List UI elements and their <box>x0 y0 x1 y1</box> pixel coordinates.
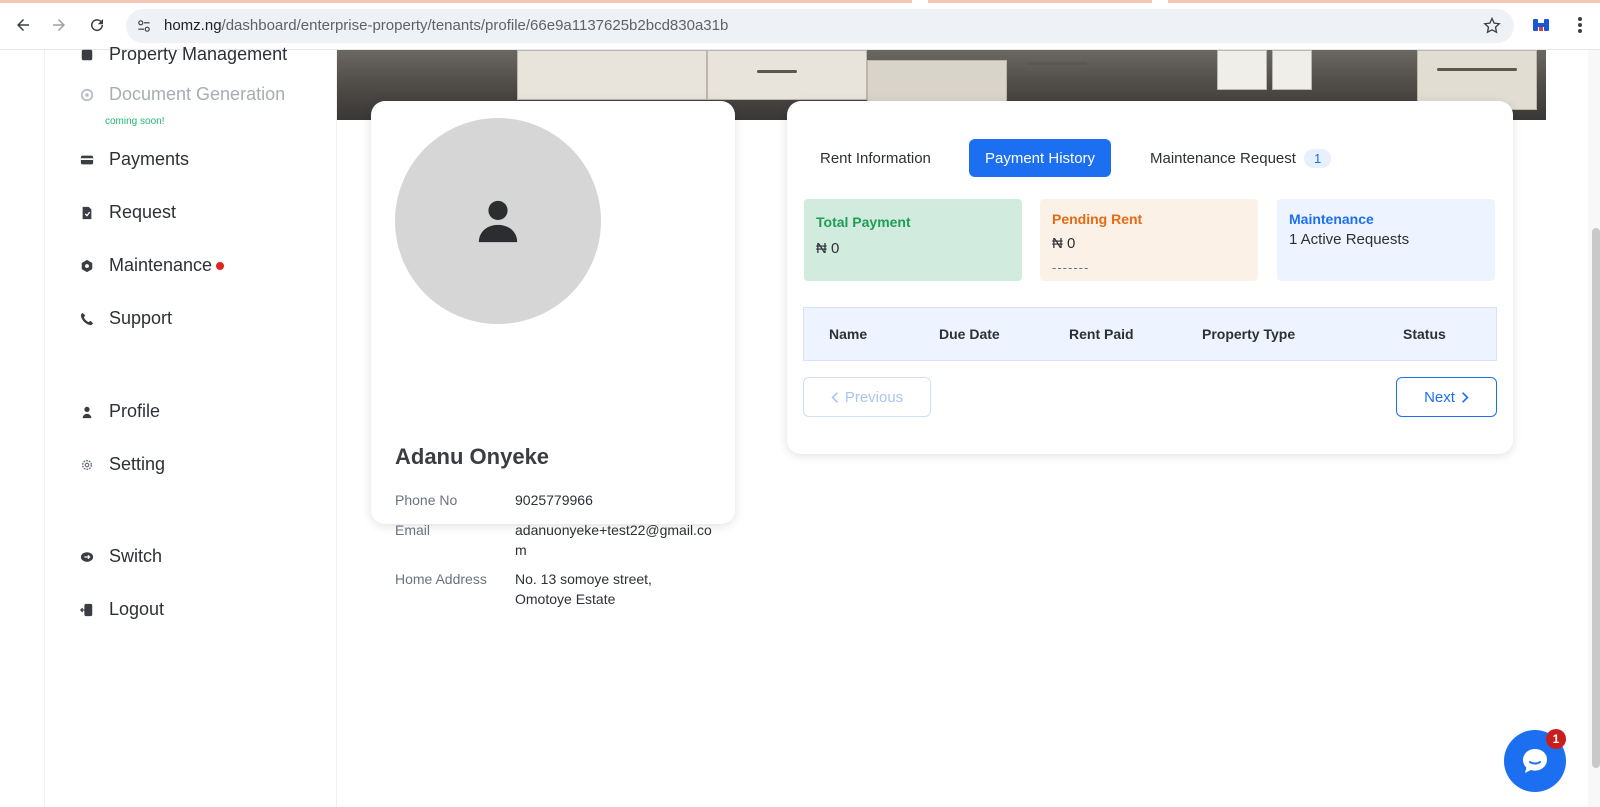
tenant-profile-card: Adanu Onyeke Phone No 9025779966 Email a… <box>371 101 735 607</box>
notification-dot <box>216 261 225 270</box>
document-icon <box>79 87 95 103</box>
phone-value: 9025779966 <box>515 492 593 508</box>
tab-maintenance-request[interactable]: Maintenance Request 1 <box>1150 139 1332 177</box>
tab-label: Maintenance Request <box>1150 149 1296 167</box>
sidebar-item-label: Support <box>109 308 173 328</box>
stat-title: Pending Rent <box>1052 211 1143 227</box>
sidebar-item-label: Switch <box>109 546 163 566</box>
sidebar-item-support[interactable]: Support <box>79 308 172 329</box>
count-badge: 1 <box>1303 148 1332 168</box>
sidebar-item-label: Profile <box>109 401 161 421</box>
sidebar-item-maintenance[interactable]: Maintenance <box>79 255 225 276</box>
arrow-right-icon <box>53 19 65 31</box>
chevron-right-icon <box>1461 391 1469 403</box>
sidebar-item-profile[interactable]: Profile <box>79 401 160 422</box>
chat-bubble-icon <box>1523 749 1547 773</box>
column-due-date: Due Date <box>939 326 1000 342</box>
tenant-name: Adanu Onyeke <box>395 444 550 469</box>
sidebar-item-label: Request <box>109 202 177 222</box>
banner-drawer <box>867 60 1007 104</box>
sidebar-item-document-generation: Document Generation <box>79 84 285 105</box>
maintenance-card: Maintenance 1 Active Requests <box>1277 199 1495 281</box>
url-text: homz.ng/dashboard/enterprise-property/te… <box>164 17 728 34</box>
banner-drawer <box>707 50 867 100</box>
reload-icon <box>91 19 104 32</box>
user-icon <box>478 200 518 243</box>
card-icon <box>79 152 95 168</box>
banner-drawer <box>1217 50 1267 90</box>
email-value: adanuonyeke+test22@gmail.com <box>515 522 712 558</box>
sidebar-item-label: Maintenance <box>109 255 213 275</box>
sidebar-item-label: Logout <box>109 599 165 619</box>
sidebar-item-label: Payments <box>109 149 190 169</box>
site-info-icon[interactable] <box>134 16 154 36</box>
stat-value: ₦ 0 <box>816 240 840 257</box>
next-button[interactable]: Next <box>1396 377 1497 417</box>
stat-title: Maintenance <box>1289 211 1374 227</box>
address-label: Home Address <box>395 571 487 587</box>
tab-payment-history[interactable]: Payment History <box>969 139 1112 177</box>
column-property-type: Property Type <box>1202 326 1296 342</box>
extension-icon[interactable] <box>1530 14 1552 36</box>
sidebar-item-logout[interactable]: Logout <box>79 599 164 620</box>
sidebar-item-switch[interactable]: Switch <box>79 546 162 567</box>
back-button[interactable] <box>12 14 34 36</box>
previous-button[interactable]: Previous <box>803 377 931 417</box>
logout-icon <box>79 602 95 618</box>
stat-value: ₦ 0 <box>1052 235 1076 252</box>
sidebar-item-label: Setting <box>109 454 166 474</box>
url-path: /dashboard/enterprise-property/tenants/p… <box>221 17 729 34</box>
column-status: Status <box>1403 326 1446 342</box>
next-label: Next <box>1424 388 1455 406</box>
sidebar-item-setting[interactable]: Setting <box>79 454 165 475</box>
sidebar: Property Management Document Generation … <box>44 44 337 807</box>
browser-toolbar: homz.ng/dashboard/enterprise-property/te… <box>0 0 1600 50</box>
total-payment-card: Total Payment ₦ 0 <box>804 199 1022 281</box>
chat-unread-badge: 1 <box>1546 729 1566 749</box>
banner-drawer <box>517 50 707 100</box>
banner-drawer <box>1272 50 1312 90</box>
sidebar-item-request[interactable]: Request <box>79 202 176 223</box>
address-value: No. 13 somoye street, Omotoye Estate <box>515 571 652 607</box>
column-name: Name <box>829 326 868 342</box>
banner-handle <box>757 70 797 73</box>
scrollbar-thumb[interactable] <box>1592 228 1600 768</box>
avatar <box>395 118 601 324</box>
hexagon-icon <box>79 258 95 274</box>
arrow-left-icon <box>17 19 29 31</box>
sidebar-item-label: Property Management <box>109 44 288 64</box>
address-bar[interactable]: homz.ng/dashboard/enterprise-property/te… <box>126 9 1514 43</box>
url-host: homz.ng <box>164 17 222 34</box>
switch-icon <box>79 549 95 565</box>
payment-table-header: Name Due Date Rent Paid Property Type St… <box>803 307 1497 361</box>
bookmark-star-icon[interactable] <box>1482 16 1502 36</box>
reload-button[interactable] <box>86 14 108 36</box>
gear-icon <box>79 457 95 473</box>
browser-menu-icon[interactable] <box>1572 14 1588 36</box>
stat-value: 1 Active Requests <box>1289 231 1410 248</box>
phone-label: Phone No <box>395 492 458 508</box>
stat-placeholder: ------- <box>1052 260 1090 275</box>
sidebar-item-property-management[interactable]: Property Management <box>79 44 287 65</box>
coming-soon-note: coming soon! <box>105 116 165 127</box>
chevron-left-icon <box>831 391 838 403</box>
request-icon <box>79 205 95 221</box>
tenant-details-card: Rent Information Payment History Mainten… <box>787 101 1513 454</box>
tab-strip-accent <box>0 0 1600 3</box>
tab-rent-information[interactable]: Rent Information <box>820 139 931 177</box>
forward-button[interactable] <box>48 14 70 36</box>
pending-rent-card: Pending Rent ₦ 0 ------- <box>1040 199 1258 281</box>
user-icon <box>79 404 95 420</box>
column-rent-paid: Rent Paid <box>1069 326 1134 342</box>
sidebar-item-payments[interactable]: Payments <box>79 149 189 170</box>
previous-label: Previous <box>844 388 904 406</box>
banner-handle <box>1437 68 1517 71</box>
stat-title: Total Payment <box>816 214 911 230</box>
building-icon <box>79 47 95 63</box>
banner-handle <box>1027 62 1087 65</box>
phone-icon <box>79 311 95 327</box>
sidebar-item-label: Document Generation <box>109 84 286 104</box>
email-label: Email <box>395 522 431 538</box>
